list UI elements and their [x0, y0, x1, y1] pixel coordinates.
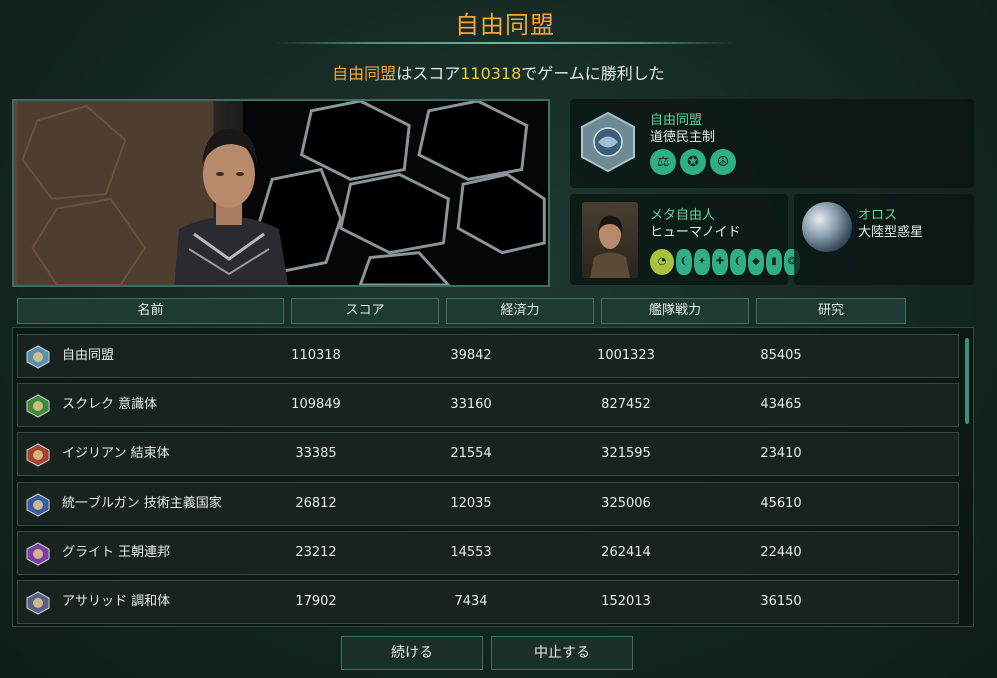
victory-text-mid: はスコア: [396, 64, 461, 83]
trait-icon[interactable]: ◔: [650, 249, 674, 275]
empire-info-panel: 自由同盟 道徳民主制 ⚖ ✪ ☮: [570, 99, 974, 188]
research-cell: 85405: [760, 348, 802, 363]
empire-emblem-icon: [26, 345, 50, 369]
leader-figure: [174, 128, 289, 285]
fleet-cell: 827452: [601, 397, 651, 412]
score-cell: 109849: [291, 397, 341, 412]
victory-message: 自由同盟はスコア110318でゲームに勝利した: [0, 60, 997, 84]
fleet-cell: 152013: [601, 594, 651, 609]
empire-name-cell: 統一ブルガン 技術主義国家: [62, 496, 222, 511]
empire-name-cell: 自由同盟: [62, 348, 115, 363]
peace-icon[interactable]: ☮: [710, 149, 736, 175]
column-header-research[interactable]: 研究: [756, 298, 906, 324]
trait-icon[interactable]: ❨: [730, 249, 746, 275]
species-traits: ◔ ❨ ✦ ✚ ❨ ◆ ▮ ❂: [650, 249, 800, 275]
planet-info-panel: オロス 大陸型惑星: [794, 194, 974, 285]
planet-type: 大陸型惑星: [858, 225, 924, 240]
empire-emblem-icon: [26, 443, 50, 467]
empire-name-cell: グライト 王朝連邦: [62, 545, 171, 560]
trait-icon[interactable]: ◆: [748, 249, 764, 275]
trait-icon[interactable]: ✚: [712, 249, 728, 275]
table-row[interactable]: 自由同盟 110318 39842 1001323 85405: [17, 334, 959, 378]
title-bar: 自由同盟: [275, 0, 735, 44]
column-header-score[interactable]: スコア: [291, 298, 439, 324]
empire-emblem-icon: [26, 591, 50, 615]
column-header-economy[interactable]: 経済力: [446, 298, 594, 324]
species-portrait[interactable]: [582, 202, 638, 278]
trait-icon[interactable]: ✦: [694, 249, 710, 275]
species-info-panel: メタ自由人 ヒューマノイド ◔ ❨ ✦ ✚ ❨ ◆ ▮ ❂: [570, 194, 800, 285]
score-cell: 17902: [295, 594, 337, 609]
trait-icon[interactable]: ▮: [766, 249, 782, 275]
research-cell: 36150: [760, 594, 802, 609]
fleet-cell: 1001323: [597, 348, 655, 363]
economy-cell: 12035: [450, 496, 492, 511]
title-divider: [275, 42, 735, 44]
score-cell: 33385: [295, 446, 337, 461]
quit-button[interactable]: 中止する: [491, 636, 633, 670]
empire-emblem-icon: [26, 542, 50, 566]
species-type: ヒューマノイド: [650, 225, 741, 240]
leader-portrait-frame: [12, 99, 550, 287]
empire-emblem-icon[interactable]: [580, 111, 636, 173]
table-row[interactable]: 統一ブルガン 技術主義国家 26812 12035 325006 45610: [17, 482, 959, 526]
empire-name-cell: スクレク 意識体: [62, 397, 158, 412]
fleet-cell: 262414: [601, 545, 651, 560]
table-row[interactable]: スクレク 意識体 109849 33160 827452 43465: [17, 383, 959, 427]
victory-empire-name: 自由同盟: [332, 64, 397, 83]
fleet-cell: 321595: [601, 446, 651, 461]
table-scrollbar[interactable]: [965, 338, 969, 424]
scales-icon[interactable]: ⚖: [650, 149, 676, 175]
empire-emblem-icon: [26, 394, 50, 418]
empire-emblem-icon: [26, 493, 50, 517]
trait-icon[interactable]: ❨: [676, 249, 692, 275]
score-cell: 23212: [295, 545, 337, 560]
planet-icon[interactable]: [802, 202, 852, 252]
score-cell: 26812: [295, 496, 337, 511]
research-cell: 45610: [760, 496, 802, 511]
column-header-fleet[interactable]: 艦隊戦力: [601, 298, 749, 324]
government-type: 道徳民主制: [650, 130, 716, 145]
victory-text-tail: でゲームに勝利した: [521, 64, 665, 83]
fleet-cell: 325006: [601, 496, 651, 511]
economy-cell: 7434: [454, 594, 488, 609]
research-cell: 43465: [760, 397, 802, 412]
score-cell: 110318: [291, 348, 341, 363]
table-row[interactable]: イジリアン 結束体 33385 21554 321595 23410: [17, 432, 959, 476]
economy-cell: 39842: [450, 348, 492, 363]
research-cell: 22440: [760, 545, 802, 560]
table-row[interactable]: アサリッド 調和体 17902 7434 152013 36150: [17, 580, 959, 624]
table-row[interactable]: グライト 王朝連邦 23212 14553 262414 22440: [17, 531, 959, 575]
column-header-name[interactable]: 名前: [17, 298, 284, 324]
continue-button[interactable]: 続ける: [341, 636, 483, 670]
economy-cell: 21554: [450, 446, 492, 461]
empire-name-cell: アサリッド 調和体: [62, 594, 171, 609]
empire-name-cell: イジリアン 結束体: [62, 446, 170, 461]
research-cell: 23410: [760, 446, 802, 461]
victory-score: 110318: [460, 64, 522, 83]
star-circle-icon[interactable]: ✪: [680, 149, 706, 175]
species-figure: [590, 215, 630, 278]
economy-cell: 14553: [450, 545, 492, 560]
economy-cell: 33160: [450, 397, 492, 412]
ethics-icons: ⚖ ✪ ☮: [650, 149, 736, 175]
